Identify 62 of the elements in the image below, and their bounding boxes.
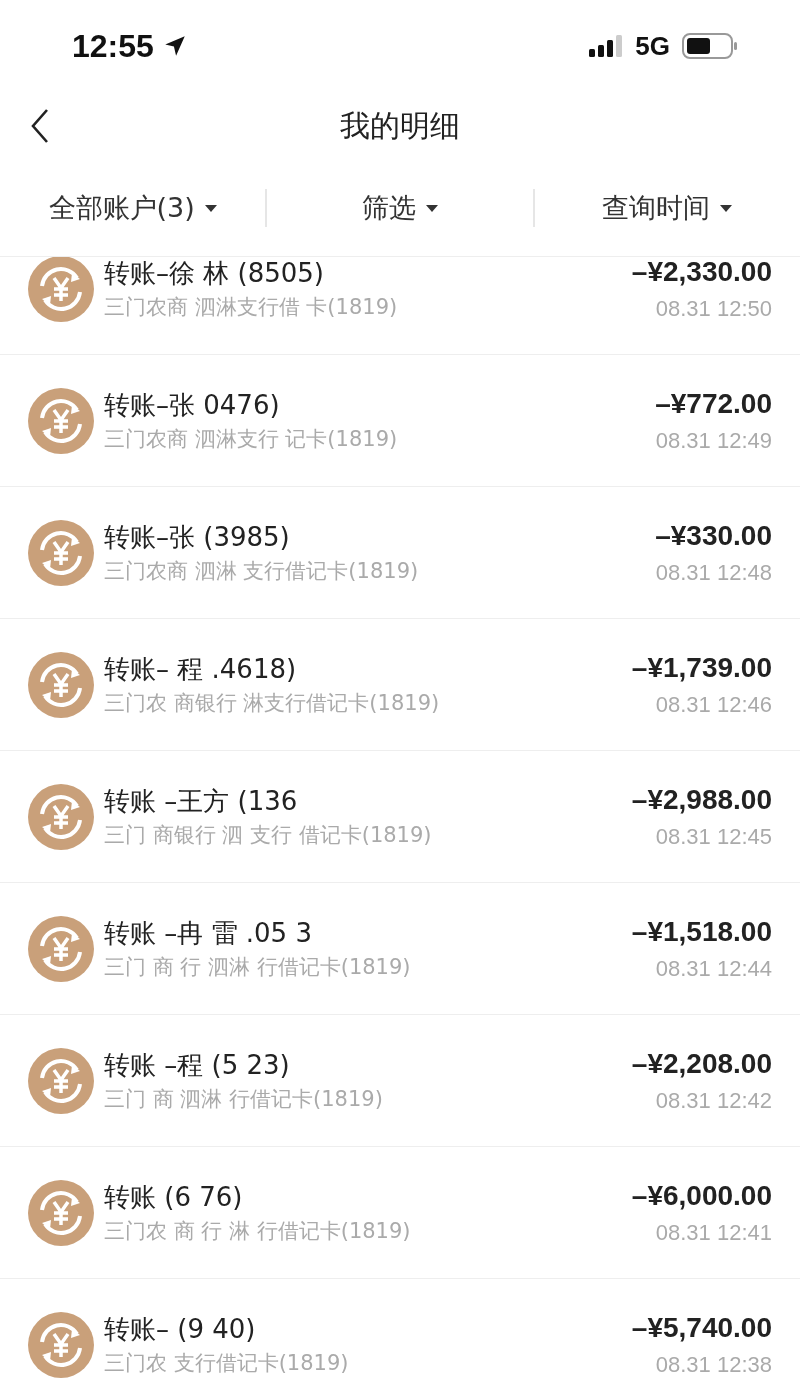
transaction-title: 转账 –程 (5 23) bbox=[104, 1049, 291, 1082]
account-name: 三门农 支行借记卡(1819) bbox=[104, 1350, 350, 1377]
transaction-time: 08.31 12:42 bbox=[655, 1087, 772, 1114]
transaction-time: 08.31 12:44 bbox=[655, 955, 772, 982]
transaction-time: 08.31 12:41 bbox=[655, 1219, 772, 1246]
transfer-icon bbox=[28, 387, 94, 454]
signal-icon bbox=[589, 35, 624, 57]
account-name: 三门农商 泗淋支行借 卡(1819) bbox=[104, 294, 399, 321]
transaction-amount: –¥1,739.00 bbox=[631, 651, 772, 684]
account-name: 三门农 商 行 淋 行借记卡(1819) bbox=[104, 1218, 412, 1245]
transaction-amount: –¥2,330.00 bbox=[631, 257, 772, 288]
transaction-row[interactable]: 转账 –王方 (136 三门 商银行 泗 支行 借记卡(1819) –¥2,988.00 08.31 12:45 bbox=[0, 751, 800, 883]
status-time: 12:55 bbox=[72, 27, 154, 65]
network-label: 5G bbox=[635, 30, 670, 62]
transaction-time: 08.31 12:48 bbox=[655, 559, 772, 586]
transaction-row[interactable]: 转账–张 0476) 三门农商 泗淋支行 记卡(1819) –¥772.00 08.31 12:49 bbox=[0, 355, 800, 487]
filter-dropdown[interactable]: 筛选 bbox=[267, 190, 533, 226]
account-name: 三门农商 泗淋 支行借记卡(1819) bbox=[104, 558, 420, 585]
battery-icon bbox=[682, 33, 738, 59]
transaction-time: 08.31 12:50 bbox=[655, 295, 772, 322]
account-name: 三门 商 泗淋 行借记卡(1819) bbox=[104, 1086, 384, 1113]
transaction-title: 转账– (9 40) bbox=[104, 1313, 257, 1346]
transaction-title: 转账–张 0476) bbox=[104, 389, 281, 422]
transfer-icon bbox=[28, 783, 94, 850]
transaction-row[interactable]: 转账– 程 .4618) 三门农 商银行 淋支行借记卡(1819) –¥1,739.00 08.31 12:46 bbox=[0, 619, 800, 751]
transaction-row[interactable]: 转账–张 (3985) 三门农商 泗淋 支行借记卡(1819) –¥330.00 08.31 12:48 bbox=[0, 487, 800, 619]
transaction-row[interactable]: 转账– (9 40) 三门农 支行借记卡(1819) –¥5,740.00 08.31 12:38 bbox=[0, 1279, 800, 1384]
transfer-icon bbox=[28, 651, 94, 718]
transaction-amount: –¥2,208.00 bbox=[631, 1047, 772, 1080]
transfer-icon bbox=[28, 1179, 94, 1246]
account-name: 三门 商 行 泗淋 行借记卡(1819) bbox=[104, 954, 412, 981]
transaction-amount: –¥2,988.00 bbox=[631, 783, 772, 816]
transaction-row[interactable]: 转账 –冉 雷 .05 3 三门 商 行 泗淋 行借记卡(1819) –¥1,518.00 08.31 12:44 bbox=[0, 883, 800, 1015]
account-name: 三门农商 泗淋支行 记卡(1819) bbox=[104, 426, 399, 453]
transaction-row[interactable]: 转账 –程 (5 23) 三门 商 泗淋 行借记卡(1819) –¥2,208.00 08.31 12:42 bbox=[0, 1015, 800, 1147]
transfer-icon bbox=[28, 1311, 94, 1378]
transfer-icon bbox=[28, 519, 94, 586]
transfer-icon bbox=[28, 1047, 94, 1114]
transaction-time: 08.31 12:46 bbox=[655, 691, 772, 718]
transfer-icon bbox=[28, 915, 94, 982]
transaction-title: 转账–徐 林 (8505) bbox=[104, 257, 325, 290]
transaction-amount: –¥5,740.00 bbox=[631, 1311, 772, 1344]
transaction-time: 08.31 12:49 bbox=[655, 427, 772, 454]
transaction-title: 转账 (6 76) bbox=[104, 1181, 244, 1214]
transaction-title: 转账–张 (3985) bbox=[104, 521, 291, 554]
filter-dropdown[interactable]: 查询时间 bbox=[534, 190, 800, 226]
transaction-title: 转账 –冉 雷 .05 3 bbox=[104, 917, 313, 950]
transfer-icon bbox=[28, 257, 94, 322]
transaction-time: 08.31 12:38 bbox=[655, 1351, 772, 1378]
transaction-amount: –¥330.00 bbox=[655, 519, 772, 552]
account-name: 三门 商银行 泗 支行 借记卡(1819) bbox=[104, 822, 433, 849]
account-name: 三门农 商银行 淋支行借记卡(1819) bbox=[104, 690, 441, 717]
transaction-amount: –¥6,000.00 bbox=[631, 1179, 772, 1212]
transaction-amount: –¥1,518.00 bbox=[631, 915, 772, 948]
transaction-row[interactable]: 转账–徐 林 (8505) 三门农商 泗淋支行借 卡(1819) –¥2,330.00 08.31 12:50 bbox=[0, 257, 800, 355]
transaction-amount: –¥772.00 bbox=[655, 387, 772, 420]
transaction-title: 转账 –王方 (136 bbox=[104, 785, 299, 818]
transaction-title: 转账– 程 .4618) bbox=[104, 653, 298, 686]
page-title: 我的明细 bbox=[340, 106, 460, 145]
transaction-time: 08.31 12:45 bbox=[655, 823, 772, 850]
transaction-row[interactable]: 转账 (6 76) 三门农 商 行 淋 行借记卡(1819) –¥6,000.00 08.31 12:41 bbox=[0, 1147, 800, 1279]
filter-dropdown[interactable]: 全部账户(3) bbox=[0, 190, 266, 226]
